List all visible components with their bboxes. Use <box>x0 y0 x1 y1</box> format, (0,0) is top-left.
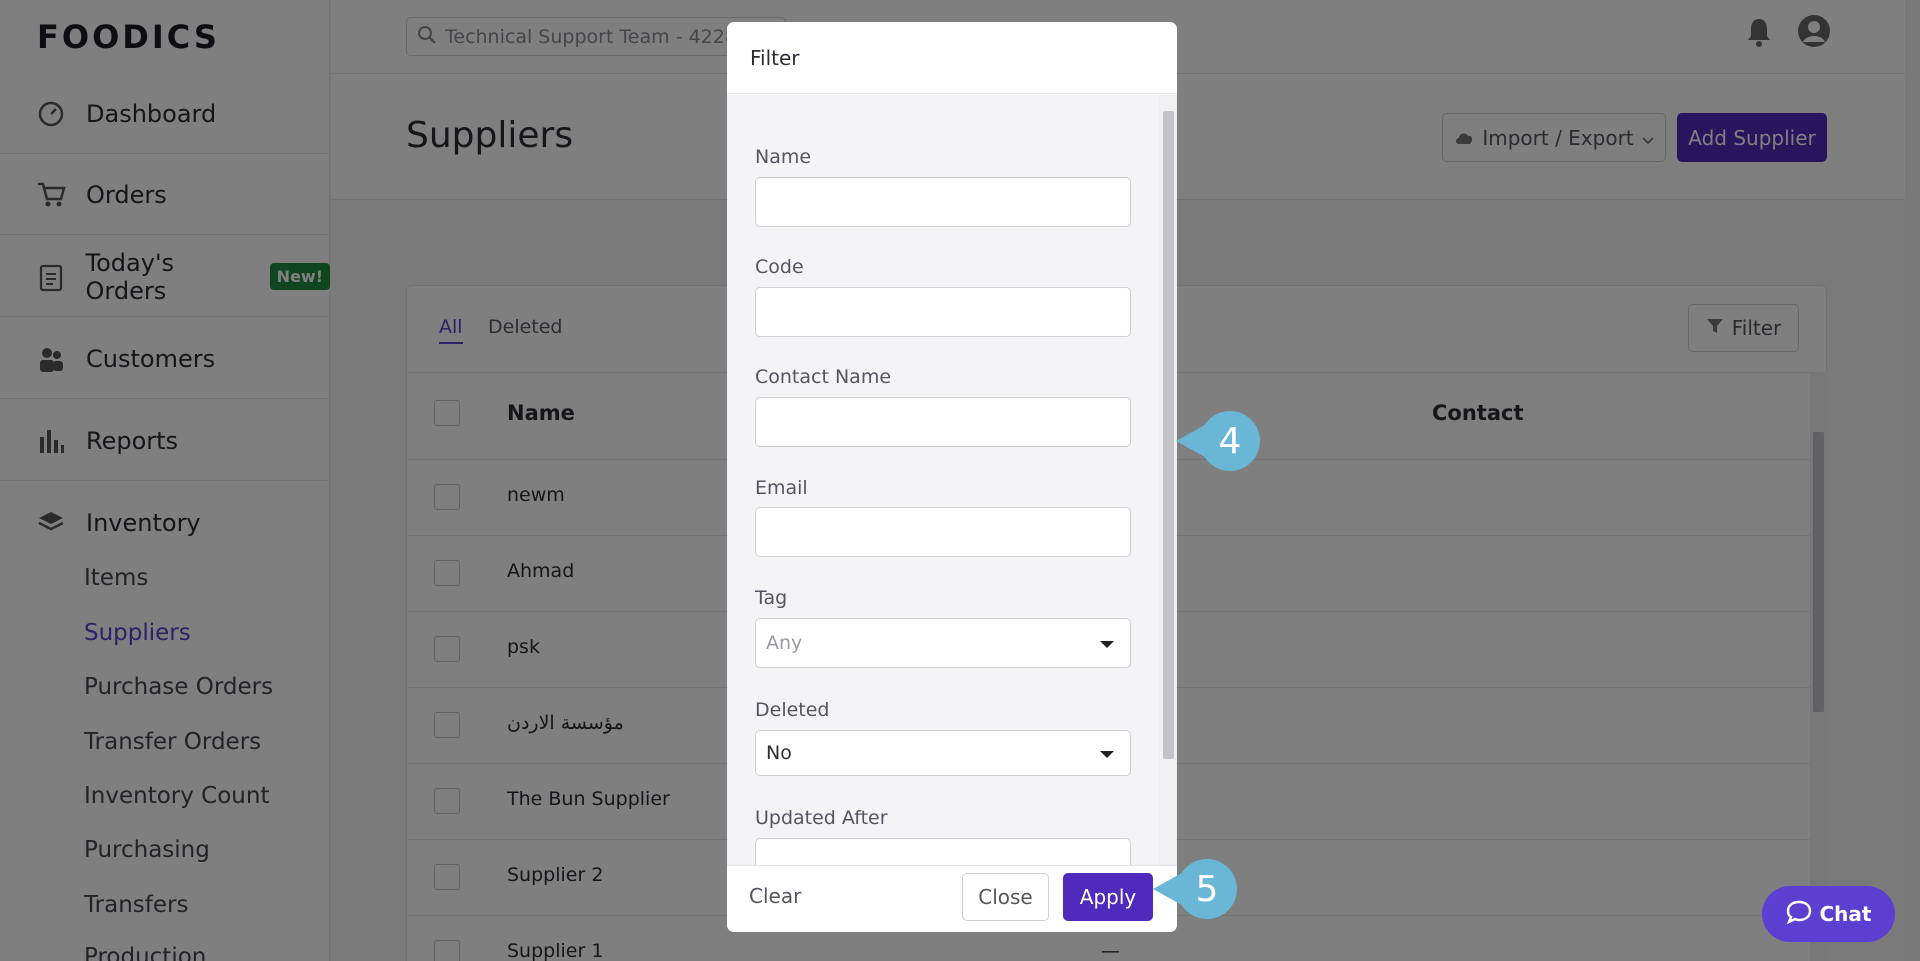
contact-name-field[interactable] <box>755 397 1131 447</box>
clear-button[interactable]: Clear <box>749 884 801 908</box>
callout-step-4: 4 <box>1176 411 1260 471</box>
chat-bubble-icon <box>1786 900 1812 929</box>
deleted-label: Deleted <box>755 699 830 721</box>
callout-number: 4 <box>1200 411 1260 471</box>
tag-select[interactable]: Any <box>755 618 1131 668</box>
modal-header: Filter <box>727 22 1177 94</box>
code-field[interactable] <box>755 287 1131 337</box>
modal-scrollbar[interactable] <box>1159 95 1177 865</box>
filter-modal: Filter Name Code Contact Name Email Tag … <box>727 22 1177 932</box>
chat-label: Chat <box>1819 902 1872 926</box>
modal-title: Filter <box>750 46 800 70</box>
email-field[interactable] <box>755 507 1131 557</box>
chat-button[interactable]: Chat <box>1762 886 1895 942</box>
updated-after-label: Updated After <box>755 807 888 829</box>
tag-select-value: Any <box>766 632 803 654</box>
contact-name-label: Contact Name <box>755 366 892 388</box>
deleted-select[interactable]: No <box>755 730 1131 776</box>
scrollbar-thumb[interactable] <box>1163 111 1174 759</box>
name-field[interactable] <box>755 177 1131 227</box>
tag-label: Tag <box>755 587 788 609</box>
name-label: Name <box>755 146 812 168</box>
modal-body: Name Code Contact Name Email Tag Any Del… <box>727 95 1159 865</box>
apply-button[interactable]: Apply <box>1063 873 1153 921</box>
caret-down-icon <box>1100 641 1114 648</box>
updated-after-field[interactable] <box>755 838 1131 865</box>
code-label: Code <box>755 256 804 278</box>
callout-step-5: 5 <box>1153 859 1237 919</box>
close-button[interactable]: Close <box>962 873 1049 921</box>
deleted-select-value: No <box>766 742 792 764</box>
email-label: Email <box>755 477 808 499</box>
callout-number: 5 <box>1177 859 1237 919</box>
modal-footer: Clear Close Apply <box>727 865 1177 932</box>
caret-down-icon <box>1100 751 1114 758</box>
